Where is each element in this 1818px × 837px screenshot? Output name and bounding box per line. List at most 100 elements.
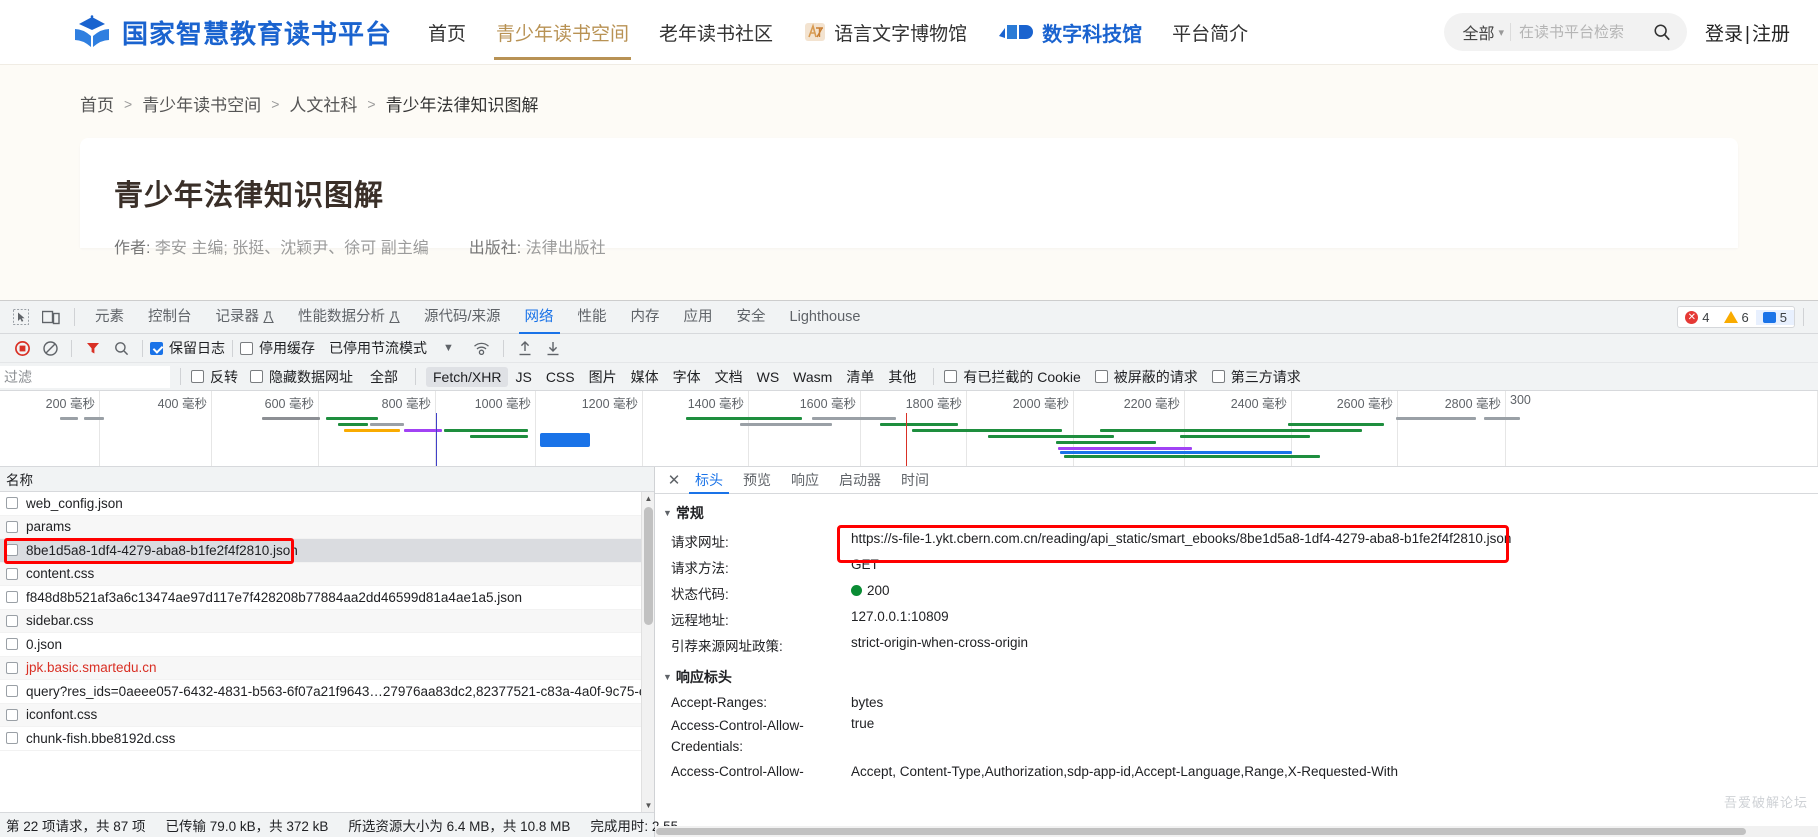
device-toolbar-icon[interactable] — [36, 304, 66, 330]
details-tab-response[interactable]: 响应 — [781, 467, 829, 494]
row-checkbox[interactable] — [6, 497, 18, 510]
scroll-up-arrow-icon[interactable]: ▲ — [642, 492, 654, 505]
table-row[interactable]: query?res_ids=0aeee057-6432-4831-b563-6f… — [0, 680, 654, 704]
hide-data-urls-checkbox[interactable]: 隐藏数据网址 — [250, 367, 353, 387]
nav-item-digital-tech[interactable]: 数字科技馆 — [995, 0, 1144, 67]
preserve-log-checkbox[interactable]: 保留日志 — [150, 338, 225, 358]
general-section-header[interactable]: ▼ 常规 — [655, 498, 1818, 528]
nav-item-senior-community[interactable]: 老年读书社区 — [657, 0, 775, 66]
nav-item-youth-reading[interactable]: 青少年读书空间 — [494, 0, 632, 66]
nav-item-platform-intro[interactable]: 平台简介 — [1170, 0, 1250, 66]
requests-list[interactable]: web_config.json params 8be1d5a8-1df4-427… — [0, 492, 654, 812]
breadcrumb-item-youth[interactable]: 青少年读书空间 — [142, 91, 261, 116]
tab-console[interactable]: 控制台 — [136, 301, 204, 334]
nav-item-language-museum[interactable]: 语言文字博物馆 — [801, 0, 969, 66]
table-row[interactable]: content.css — [0, 562, 654, 586]
filter-type-wasm[interactable]: Wasm — [786, 367, 839, 387]
row-checkbox[interactable] — [6, 708, 18, 721]
throttling-select[interactable]: 已停用节流模式 — [329, 338, 427, 358]
breadcrumb-item-home[interactable]: 首页 — [80, 91, 114, 116]
filter-type-fetch-xhr[interactable]: Fetch/XHR — [426, 366, 509, 387]
tab-performance[interactable]: 性能 — [566, 301, 619, 334]
row-checkbox[interactable] — [6, 520, 18, 533]
search-scope-dropdown[interactable]: 全部 ▾ — [1462, 20, 1504, 44]
table-row-selected[interactable]: 8be1d5a8-1df4-4279-aba8-b1fe2f4f2810.jso… — [0, 539, 654, 563]
row-checkbox[interactable] — [6, 685, 18, 698]
chevron-down-icon[interactable]: ▼ — [443, 342, 454, 354]
message-counter[interactable]: 5 — [1755, 309, 1794, 325]
table-row[interactable]: sidebar.css — [0, 609, 654, 633]
error-counter[interactable]: ✕ 4 — [1678, 310, 1716, 325]
table-row[interactable]: chunk-fish.bbe8192d.css — [0, 727, 654, 751]
blocked-requests-checkbox[interactable]: 被屏蔽的请求 — [1094, 367, 1198, 387]
scrollbar-thumb[interactable] — [644, 507, 653, 625]
filter-type-media[interactable]: 媒体 — [624, 365, 666, 389]
tab-performance-insights[interactable]: 性能数据分析 — [286, 301, 412, 334]
table-row[interactable]: 0.json — [0, 633, 654, 657]
table-row[interactable]: jpk.basic.smartedu.cn — [0, 656, 654, 680]
table-row[interactable]: web_config.json — [0, 492, 654, 516]
login-link[interactable]: 登录 — [1705, 24, 1743, 45]
tab-sources[interactable]: 源代码/来源 — [412, 301, 513, 334]
disable-cache-checkbox[interactable]: 停用缓存 — [240, 338, 315, 358]
filter-type-img[interactable]: 图片 — [582, 365, 624, 389]
requests-table-header[interactable]: 名称 — [0, 467, 654, 492]
issues-counter-group[interactable]: ✕ 4 6 5 — [1677, 306, 1795, 328]
brand[interactable]: 国家智慧教育读书平台 — [72, 14, 392, 51]
tab-recorder[interactable]: 记录器 — [204, 301, 287, 334]
filter-type-all[interactable]: 全部 — [363, 365, 405, 389]
network-overview-timeline[interactable]: 200 毫秒 400 毫秒 600 毫秒 800 毫秒 1000 毫秒 1200… — [0, 391, 1818, 467]
search-icon[interactable] — [107, 336, 135, 360]
third-party-checkbox[interactable]: 第三方请求 — [1211, 367, 1301, 387]
register-link[interactable]: 注册 — [1752, 24, 1790, 45]
table-row[interactable]: f848d8b521af3a6c13474ae97d117e7f428208b7… — [0, 586, 654, 610]
account-area[interactable]: 登录 | 注册 — [1705, 19, 1790, 46]
details-horizontal-scrollbar[interactable] — [655, 826, 1818, 837]
filter-type-ws[interactable]: WS — [750, 367, 787, 387]
table-row[interactable]: params — [0, 515, 654, 539]
filter-icon[interactable] — [79, 336, 107, 360]
tab-network[interactable]: 网络 — [513, 301, 566, 334]
tab-security[interactable]: 安全 — [725, 301, 778, 334]
search-icon[interactable] — [1653, 23, 1671, 41]
row-checkbox[interactable] — [6, 732, 18, 745]
search-box[interactable]: 全部 ▾ — [1444, 13, 1688, 51]
row-checkbox[interactable] — [6, 567, 18, 580]
scrollbar-thumb[interactable] — [656, 828, 1746, 835]
filter-type-font[interactable]: 字体 — [666, 365, 708, 389]
breadcrumb-item-humanities[interactable]: 人文社科 — [289, 91, 357, 116]
warning-counter[interactable]: 6 — [1717, 310, 1756, 325]
network-conditions-icon[interactable] — [468, 336, 496, 360]
inspect-element-icon[interactable] — [6, 304, 36, 330]
row-checkbox[interactable] — [6, 544, 18, 557]
tab-elements[interactable]: 元素 — [83, 301, 136, 334]
filter-type-doc[interactable]: 文档 — [708, 365, 750, 389]
row-checkbox[interactable] — [6, 638, 18, 651]
details-tab-initiator[interactable]: 启动器 — [829, 467, 891, 494]
filter-input[interactable] — [0, 365, 170, 388]
response-headers-section-header[interactable]: ▼ 响应标头 — [655, 662, 1818, 692]
nav-item-home[interactable]: 首页 — [426, 0, 468, 66]
invert-checkbox[interactable]: 反转 — [191, 367, 238, 387]
record-stop-icon[interactable] — [8, 336, 36, 360]
details-tab-headers[interactable]: 标头 — [685, 467, 733, 494]
export-har-icon[interactable] — [539, 336, 567, 360]
clear-icon[interactable] — [36, 336, 64, 360]
filter-type-other[interactable]: 其他 — [881, 365, 923, 389]
scroll-down-arrow-icon[interactable]: ▼ — [642, 799, 654, 812]
tab-application[interactable]: 应用 — [672, 301, 725, 334]
close-icon[interactable]: ✕ — [663, 469, 685, 491]
tab-lighthouse[interactable]: Lighthouse — [778, 301, 873, 334]
filter-type-manifest[interactable]: 清单 — [839, 365, 881, 389]
field-value[interactable]: https://s-file-1.ykt.cbern.com.cn/readin… — [851, 531, 1511, 546]
search-input[interactable] — [1517, 22, 1648, 42]
details-tab-preview[interactable]: 预览 — [733, 467, 781, 494]
filter-type-css[interactable]: CSS — [539, 367, 582, 387]
details-tab-timing[interactable]: 时间 — [891, 467, 939, 494]
row-checkbox[interactable] — [6, 591, 18, 604]
row-checkbox[interactable] — [6, 614, 18, 627]
filter-type-js[interactable]: JS — [508, 367, 538, 387]
table-row[interactable]: iconfont.css — [0, 703, 654, 727]
row-checkbox[interactable] — [6, 661, 18, 674]
requests-scrollbar[interactable]: ▲ ▼ — [641, 492, 654, 812]
